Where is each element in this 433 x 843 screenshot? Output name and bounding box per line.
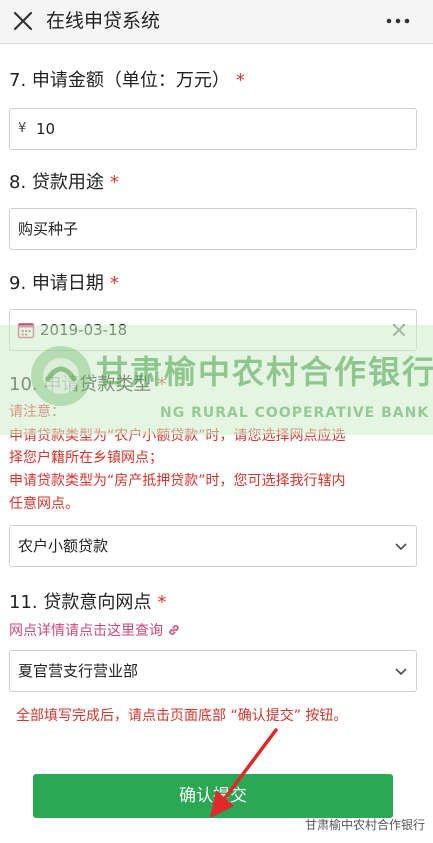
question-9-label: 9. 申请日期 * bbox=[9, 273, 119, 295]
date-value: 2019-03-18 bbox=[40, 321, 128, 339]
note-line-3: 择您户籍所在乡镇网点； bbox=[9, 450, 163, 466]
required-mark: * bbox=[109, 273, 119, 294]
question-8-text: 8. 贷款用途 bbox=[9, 172, 104, 193]
chevron-down-icon bbox=[395, 543, 407, 550]
question-7-label: 7. 申请金额（单位：万元） * bbox=[9, 70, 245, 92]
loan-purpose-value: 购买种子 bbox=[18, 220, 79, 238]
branch-query-link-text: 网点详情请点击这里查询 bbox=[9, 623, 163, 639]
submit-button[interactable]: 确认提交 bbox=[33, 774, 393, 818]
page: 在线申贷系统 7. 申请金额（单位：万元） * ¥ 10 8. 贷款用途 * 购买种… bbox=[0, 0, 433, 843]
amount-value: 10 bbox=[36, 120, 56, 138]
note-line-1: 请注意： bbox=[9, 404, 65, 420]
loan-type-select[interactable]: 农户小额贷款 bbox=[9, 525, 417, 567]
more-icon[interactable] bbox=[385, 11, 411, 31]
question-7-text: 7. 申请金额（单位：万元） bbox=[9, 70, 230, 91]
loan-type-value: 农户小额贷款 bbox=[18, 537, 109, 555]
question-9-text: 9. 申请日期 bbox=[9, 273, 104, 294]
required-mark: * bbox=[235, 70, 245, 91]
question-10-label: 10. 申请贷款类型 * bbox=[9, 374, 166, 396]
required-mark: * bbox=[109, 172, 119, 193]
chevron-down-icon bbox=[395, 668, 407, 675]
calendar-icon bbox=[17, 323, 35, 339]
submit-hint: 全部填写完成后，请点击页面底部 “确认提交” 按钮。 bbox=[16, 708, 348, 724]
header-bar: 在线申贷系统 bbox=[0, 0, 433, 44]
branch-query-link[interactable]: 网点详情请点击这里查询 bbox=[9, 621, 181, 641]
loan-purpose-input[interactable]: 购买种子 bbox=[9, 208, 417, 250]
question-10-text: 10. 申请贷款类型 bbox=[9, 374, 152, 395]
form-card: 7. 申请金额（单位：万元） * ¥ 10 8. 贷款用途 * 购买种子 9. 申请… bbox=[0, 44, 433, 843]
branch-value: 夏官营支行营业部 bbox=[18, 662, 139, 680]
date-input[interactable]: 2019-03-18 bbox=[9, 309, 417, 351]
note-line-2: 申请贷款类型为“农户小额贷款”时，请您选择网点应选 bbox=[9, 428, 346, 444]
note-line-4: 申请贷款类型为“房产抵押贷款”时，您可选择我行辖内 bbox=[9, 473, 346, 489]
currency-prefix: ¥ bbox=[18, 121, 27, 136]
page-title: 在线申贷系统 bbox=[46, 10, 161, 32]
required-mark: * bbox=[157, 592, 167, 613]
required-mark: * bbox=[157, 374, 167, 395]
question-8-label: 8. 贷款用途 * bbox=[9, 172, 119, 194]
footer-brand-text: 甘肃榆中农村合作银行 bbox=[304, 818, 425, 832]
link-icon bbox=[169, 625, 180, 635]
branch-select[interactable]: 夏官营支行营业部 bbox=[9, 650, 417, 692]
note-line-5: 任意网点。 bbox=[9, 496, 79, 512]
close-icon[interactable] bbox=[10, 8, 36, 34]
question-11-label: 11. 贷款意向网点 * bbox=[9, 592, 166, 614]
question-11-text: 11. 贷款意向网点 bbox=[9, 592, 152, 613]
clear-icon[interactable] bbox=[392, 323, 406, 337]
amount-input[interactable]: ¥ 10 bbox=[9, 108, 417, 150]
